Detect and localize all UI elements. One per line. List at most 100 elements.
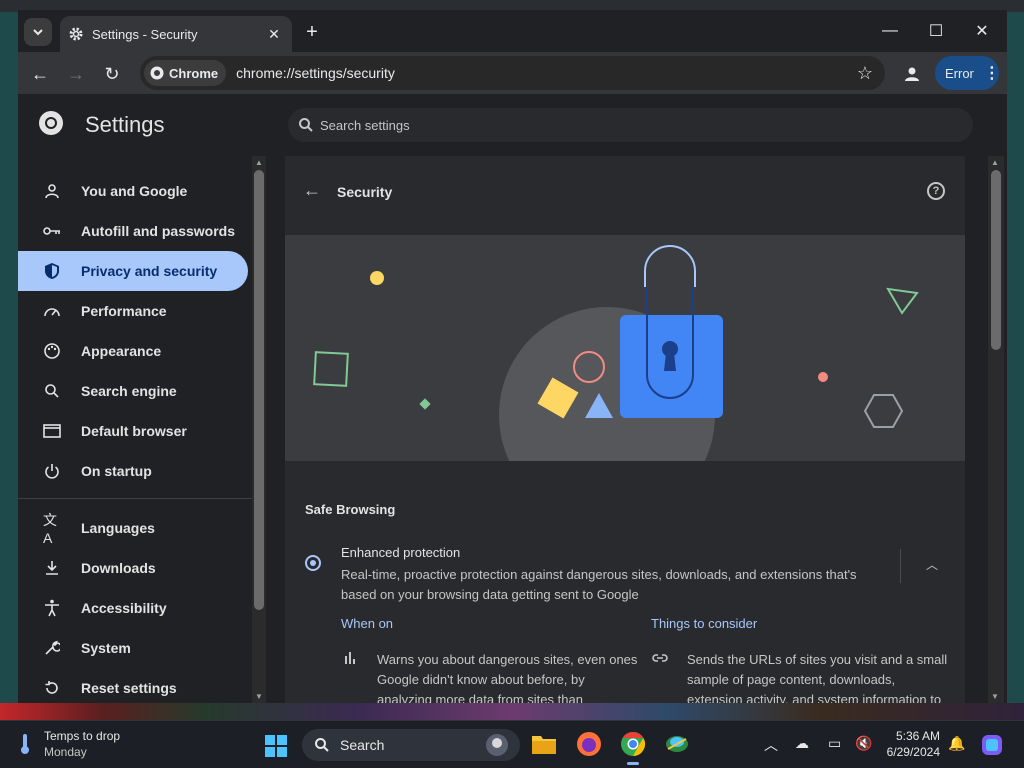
- security-illustration: [285, 235, 965, 461]
- chevron-up-icon[interactable]: ︿: [764, 735, 778, 755]
- app-icon[interactable]: [663, 730, 691, 758]
- scroll-up-icon[interactable]: ▲: [255, 158, 263, 167]
- sidebar-item-search-engine[interactable]: Search engine: [18, 371, 248, 411]
- sidebar-divider: [18, 498, 252, 499]
- page-title: Security: [337, 184, 393, 200]
- download-icon: [43, 559, 61, 577]
- browser-toolbar: ← → ↻ Chrome chrome://settings/security …: [18, 52, 1007, 94]
- minimize-button[interactable]: —: [870, 18, 910, 44]
- when-on-heading: When on: [341, 616, 394, 631]
- clock-time: 5:36 AM: [895, 729, 940, 743]
- sidebar-item-privacy-security[interactable]: Privacy and security: [18, 251, 248, 291]
- browser-window: Settings - Security ✕ + — ☐ ✕ ← → ↻ Chro…: [18, 10, 1007, 703]
- profile-icon[interactable]: [898, 60, 926, 88]
- sidebar-item-accessibility[interactable]: Accessibility: [18, 588, 248, 628]
- windows-start-icon[interactable]: [264, 734, 288, 758]
- sidebar-item-you-and-google[interactable]: You and Google: [18, 171, 248, 211]
- settings-search-input[interactable]: Search settings: [288, 108, 973, 142]
- sidebar-item-label: Search engine: [81, 383, 177, 399]
- shield-icon: [43, 262, 61, 280]
- things-to-consider-heading: Things to consider: [651, 616, 758, 631]
- scroll-down-icon[interactable]: ▼: [991, 692, 999, 701]
- help-icon[interactable]: ?: [927, 182, 945, 200]
- sidebar-item-on-startup[interactable]: On startup: [18, 451, 248, 491]
- desktop-background-right: [1006, 12, 1024, 720]
- option-separator: [900, 549, 901, 583]
- scroll-down-icon[interactable]: ▼: [255, 692, 263, 701]
- wrench-icon: [43, 639, 61, 657]
- back-arrow-icon[interactable]: ←: [26, 60, 54, 88]
- sidebar-item-downloads[interactable]: Downloads: [18, 548, 248, 588]
- search-icon: [315, 738, 329, 752]
- error-label: Error: [945, 65, 974, 81]
- sidebar-item-label: You and Google: [81, 183, 188, 199]
- new-tab-button[interactable]: +: [300, 20, 324, 44]
- when-on-text: Warns you about dangerous sites, even on…: [377, 652, 638, 703]
- enhanced-protection-radio[interactable]: [305, 555, 321, 571]
- chevron-up-icon[interactable]: ︿: [926, 556, 938, 573]
- thermometer-icon: [21, 734, 29, 754]
- settings-page: Settings Search settings You and Google …: [18, 94, 1007, 703]
- power-icon: [43, 462, 61, 480]
- chrome-logo-icon: [39, 111, 63, 135]
- sidebar-scrollbar[interactable]: ▲ ▼: [252, 156, 266, 703]
- reset-icon: [43, 679, 61, 697]
- close-window-button[interactable]: ✕: [962, 18, 1002, 44]
- site-chip-label: Chrome: [169, 65, 219, 81]
- sidebar-item-default-browser[interactable]: Default browser: [18, 411, 248, 451]
- clock-date: 6/29/2024: [886, 745, 940, 759]
- reload-icon[interactable]: ↻: [98, 60, 126, 88]
- sidebar-item-appearance[interactable]: Appearance: [18, 331, 248, 371]
- person-icon: [43, 182, 61, 200]
- star-icon[interactable]: ☆: [857, 63, 873, 84]
- sidebar-item-system[interactable]: System: [18, 628, 248, 668]
- sidebar-item-label: Appearance: [81, 343, 162, 359]
- translate-icon: 文A: [43, 512, 57, 546]
- padlock-illustration: [313, 245, 919, 461]
- tab-search-button[interactable]: [24, 18, 52, 46]
- sidebar-item-label: Languages: [81, 520, 155, 536]
- sidebar-item-autofill[interactable]: Autofill and passwords: [18, 211, 248, 251]
- address-bar[interactable]: Chrome chrome://settings/security ☆: [140, 56, 885, 90]
- maximize-button[interactable]: ☐: [916, 18, 956, 44]
- bar-chart-icon: [345, 652, 355, 664]
- volume-muted-icon[interactable]: 🔇: [855, 735, 872, 752]
- sidebar-item-reset-settings[interactable]: Reset settings: [18, 668, 248, 708]
- system-clock[interactable]: 5:36 AM 6/29/2024: [880, 728, 940, 760]
- sidebar-item-languages[interactable]: 文A Languages: [18, 508, 248, 548]
- site-info-chip[interactable]: Chrome: [144, 60, 227, 86]
- windows-taskbar: Temps to drop Monday Search ︿ ☁ ▭ 🔇 5:36…: [0, 720, 1024, 768]
- browser-tab[interactable]: Settings - Security ✕: [60, 16, 292, 52]
- search-placeholder: Search settings: [320, 117, 410, 133]
- forward-arrow-icon[interactable]: →: [62, 60, 90, 88]
- search-icon: [43, 382, 61, 400]
- enhanced-protection-description: Real-time, proactive protection against …: [341, 567, 857, 602]
- main-scrollbar[interactable]: ▲ ▼: [988, 156, 1004, 703]
- file-explorer-icon[interactable]: [530, 730, 558, 758]
- chrome-taskbar-icon[interactable]: [619, 730, 647, 765]
- main-scrollbar-thumb[interactable]: [991, 170, 1001, 350]
- firefox-icon[interactable]: [575, 730, 603, 758]
- bell-icon[interactable]: 🔔: [948, 735, 965, 752]
- things-to-consider-text: Sends the URLs of sites you visit and a …: [687, 652, 948, 703]
- taskbar-search-label: Search: [340, 737, 385, 753]
- security-panel: ← Security ? Safe Browsing Enhanced prot…: [285, 156, 965, 703]
- close-tab-icon[interactable]: ✕: [264, 24, 284, 44]
- url-text: chrome://settings/security: [236, 65, 395, 81]
- sidebar-item-label: System: [81, 640, 131, 656]
- display-icon[interactable]: ▭: [828, 735, 841, 752]
- sidebar-item-label: Privacy and security: [81, 263, 218, 279]
- sidebar-scrollbar-thumb[interactable]: [254, 170, 264, 610]
- tab-title: Settings - Security: [92, 26, 198, 42]
- copilot-icon[interactable]: [980, 733, 1004, 757]
- link-icon: [652, 654, 668, 662]
- taskbar-search-input[interactable]: Search: [302, 729, 520, 761]
- weather-widget[interactable]: Temps to drop Monday: [18, 729, 120, 759]
- cloud-offline-icon[interactable]: ☁: [795, 735, 809, 752]
- back-arrow-icon[interactable]: ←: [303, 180, 321, 201]
- profile-error-button[interactable]: Error ⋮: [935, 56, 1000, 90]
- scroll-up-icon[interactable]: ▲: [991, 158, 999, 167]
- sidebar-item-performance[interactable]: Performance: [18, 291, 248, 331]
- sidebar-item-label: Reset settings: [81, 680, 177, 696]
- more-menu-icon[interactable]: ⋮: [984, 63, 1000, 83]
